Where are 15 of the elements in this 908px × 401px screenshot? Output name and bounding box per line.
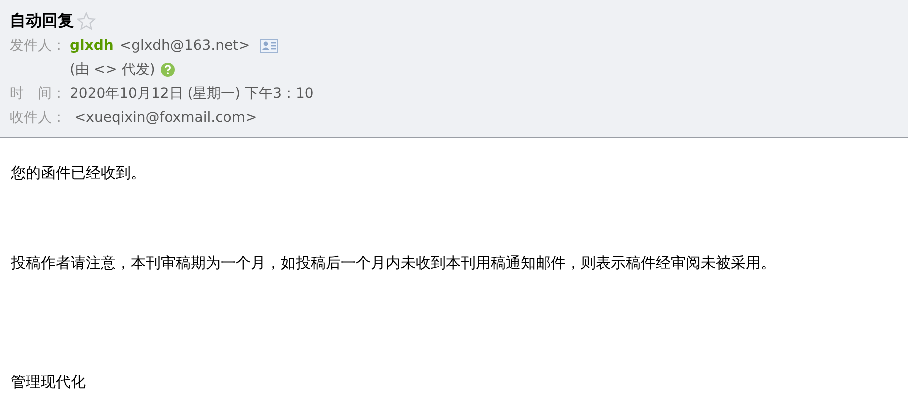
contact-card-icon[interactable] [260, 39, 278, 53]
field-label: 发件人： [10, 37, 67, 56]
star-icon[interactable] [77, 12, 96, 30]
sender-name: glxdh [70, 37, 114, 56]
body-paragraph: 投稿作者请注意，本刊审稿期为一个月，如投稿后一个月内未收到本刊用稿通知邮件，则表示稿件经审阅未被采用。 [11, 253, 777, 274]
field-label: 收件人： [10, 109, 67, 128]
email-subject: 自动回复 [10, 10, 74, 32]
field-value: 2020年10月12日 (星期一) 下午3：10 [70, 85, 314, 104]
body-paragraph: 管理现代化 [11, 372, 87, 393]
sender-address: <glxdh@163.net> [120, 37, 250, 56]
field-label: 时 间： [10, 85, 67, 104]
help-icon[interactable] [161, 63, 176, 77]
body-paragraph: 您的函件已经收到。 [11, 163, 147, 184]
proxy-note: (由 <> 代发) [70, 61, 156, 80]
field-value: <xueqixin@foxmail.com> [73, 109, 258, 128]
